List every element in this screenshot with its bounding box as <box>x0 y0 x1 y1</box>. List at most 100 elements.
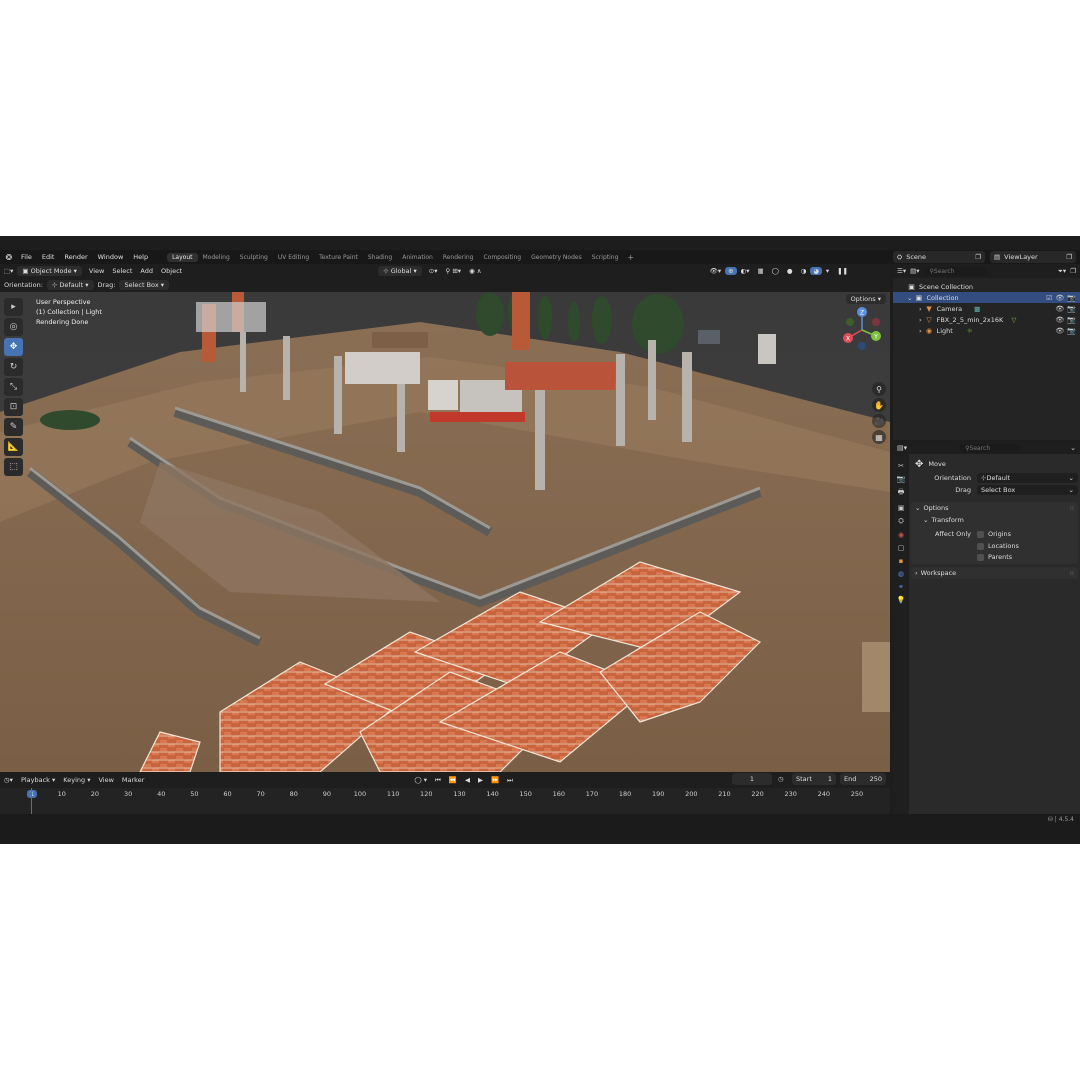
proportional-edit-icon[interactable]: ◉ ∧ <box>465 267 486 275</box>
properties-options-icon[interactable]: ⌄ <box>1070 444 1076 452</box>
orientation-dropdown[interactable]: ⊹ Default ▾ <box>46 280 94 290</box>
constraints-tab-icon[interactable]: ⚭ <box>898 583 904 591</box>
expand-collection-icon[interactable]: ⌄ <box>907 294 912 302</box>
include-checkbox-icon[interactable]: ☑ <box>1046 294 1052 302</box>
gizmo-toggle-icon[interactable]: ⊕ <box>725 267 737 275</box>
output-tab-icon[interactable]: 🖶 <box>898 488 905 499</box>
properties-editor-icon[interactable]: ▤▾ <box>897 444 907 452</box>
outliner-item-camera[interactable]: › ▼ Camera ▩ 👁 📷 <box>893 303 1080 314</box>
timeline-ruler[interactable]: 1 10 20 30 40 50 60 70 80 90 100 110 120 130 140 150 160… <box>0 788 890 814</box>
cursor-icon[interactable]: ◎ <box>4 318 23 336</box>
menu-add[interactable]: Add <box>136 267 157 275</box>
shading-rendered-icon[interactable]: ◕ <box>810 267 822 275</box>
start-frame-field[interactable]: Start 1 <box>792 773 836 785</box>
options-panel-header[interactable]: ⌄ Options ⁞⁞ <box>911 502 1078 514</box>
blender-logo-icon[interactable]: ❂ <box>2 250 16 264</box>
prop-drag-dropdown[interactable]: Select Box ⌄ <box>977 485 1078 495</box>
transform-orientation-dropdown[interactable]: ⊹ Global ▾ <box>378 266 422 276</box>
render-tab-icon[interactable]: 📷 <box>897 475 906 483</box>
add-workspace-icon[interactable]: + <box>623 253 638 262</box>
play-reverse-icon[interactable]: ◀ <box>461 776 474 784</box>
render-camera-icon[interactable]: 📷 <box>1067 305 1076 313</box>
current-frame-field[interactable]: 1 <box>732 773 772 785</box>
render-camera-icon[interactable]: 📷 <box>1067 316 1076 324</box>
tab-geometry-nodes[interactable]: Geometry Nodes <box>526 253 587 262</box>
pause-render-icon[interactable]: ❚❚ <box>833 267 852 275</box>
play-icon[interactable]: ▶ <box>474 776 487 784</box>
pan-hand-icon[interactable]: ✋ <box>872 398 886 412</box>
select-box-icon[interactable]: ▸ <box>4 298 23 316</box>
jump-start-icon[interactable]: ⏮ <box>431 776 445 785</box>
outliner-search-input[interactable]: ⚲ Search <box>923 266 986 276</box>
camera-view-icon[interactable]: 🎥 <box>872 414 886 428</box>
transform-subpanel-header[interactable]: ⌄ Transform <box>911 514 1078 526</box>
view-layer-tab-icon[interactable]: ▣ <box>898 504 905 512</box>
data-tab-icon[interactable]: 💡 <box>897 596 906 604</box>
3d-viewport[interactable]: User Perspective (1) Collection | Light … <box>0 292 890 772</box>
next-keyframe-icon[interactable]: ⏩ <box>487 776 503 784</box>
menu-timeline-view[interactable]: View <box>94 776 117 784</box>
pivot-icon[interactable]: ⊙▾ <box>425 267 442 275</box>
tab-scripting[interactable]: Scripting <box>587 253 624 262</box>
menu-render[interactable]: Render <box>59 253 92 261</box>
parents-checkbox[interactable] <box>977 553 984 561</box>
tab-layout[interactable]: Layout <box>167 252 198 262</box>
shading-wireframe-icon[interactable]: ◯ <box>768 267 783 275</box>
origins-checkbox[interactable] <box>977 530 984 538</box>
scene-tab-icon[interactable]: ⛭ <box>898 517 904 526</box>
outliner-editor-icon[interactable]: ☰▾ <box>897 267 906 275</box>
locations-checkbox[interactable] <box>977 542 984 550</box>
shading-solid-icon[interactable]: ● <box>783 267 797 275</box>
menu-marker[interactable]: Marker <box>118 776 148 784</box>
annotate-icon[interactable]: ✎ <box>4 418 23 436</box>
drag-handle-icon[interactable]: ⁞⁞ <box>1070 504 1078 512</box>
prop-orientation-dropdown[interactable]: ⊹ Default ⌄ <box>977 473 1078 483</box>
physics-tab-icon[interactable]: ◍ <box>898 570 904 578</box>
jump-end-icon[interactable]: ⏭ <box>503 776 517 785</box>
visibility-eye-icon[interactable]: 👁 <box>1055 327 1064 335</box>
scale-icon[interactable]: ⤡ <box>4 378 23 396</box>
menu-keying[interactable]: Keying ▾ <box>59 776 94 784</box>
snap-icon[interactable]: ⚲ ⊞▾ <box>442 267 466 275</box>
properties-search-input[interactable]: ⚲ Search <box>959 443 1022 453</box>
scene-selector[interactable]: ⛭ Scene ❐ <box>893 251 985 263</box>
expand-icon[interactable]: › <box>919 327 922 335</box>
tab-uv-editing[interactable]: UV Editing <box>273 253 314 262</box>
view-layer-selector[interactable]: ▤ ViewLayer ❐ <box>990 251 1076 263</box>
expand-icon[interactable]: › <box>919 316 922 324</box>
outliner-collection[interactable]: ⌄ ▣ Collection ☑ 👁 📷 <box>893 292 1080 303</box>
filter-icon[interactable]: ⏷▾ <box>1058 267 1066 276</box>
menu-view[interactable]: View <box>85 267 108 275</box>
tool-tab-icon[interactable]: ✂ <box>898 462 904 470</box>
menu-edit[interactable]: Edit <box>37 253 60 261</box>
measure-icon[interactable]: 📐 <box>4 438 23 456</box>
drag-dropdown[interactable]: Select Box ▾ <box>119 280 170 290</box>
visibility-icon[interactable]: 👁▾ <box>706 267 726 275</box>
menu-object[interactable]: Object <box>157 267 186 275</box>
shading-options-icon[interactable]: ▾ <box>822 267 833 275</box>
display-mode-icon[interactable]: ▤▾ <box>910 267 919 275</box>
overlay-toggle-icon[interactable]: ◐▾ <box>737 267 754 275</box>
mode-dropdown[interactable]: ▣ Object Mode ▾ <box>17 266 82 276</box>
timeline-editor-icon[interactable]: ◷▾ <box>0 776 17 784</box>
pin-icon[interactable]: ❐ <box>975 253 981 261</box>
menu-window[interactable]: Window <box>93 253 129 261</box>
navigation-gizmo[interactable]: Z X Y <box>838 306 886 354</box>
editor-type-icon[interactable]: ⬚▾ <box>0 267 17 275</box>
tab-compositing[interactable]: Compositing <box>478 253 526 262</box>
new-collection-icon[interactable]: ❐ <box>1070 267 1076 275</box>
menu-file[interactable]: File <box>16 253 37 261</box>
visibility-eye-icon[interactable]: 👁 <box>1055 316 1064 324</box>
tab-rendering[interactable]: Rendering <box>438 253 479 262</box>
object-tab-icon[interactable]: ▪ <box>899 557 904 565</box>
menu-help[interactable]: Help <box>128 253 153 261</box>
outliner-item-mesh[interactable]: › ▽ FBX_2_5_min_2x16K ▽ 👁 📷 <box>893 314 1080 325</box>
outliner-scene-collection[interactable]: ▣ Scene Collection <box>893 281 1080 292</box>
clock-icon[interactable]: ◷ <box>778 775 784 783</box>
visibility-eye-icon[interactable]: 👁 <box>1055 305 1064 313</box>
record-icon[interactable]: ◯ ▾ <box>410 776 431 784</box>
zoom-icon[interactable]: ⚲ <box>872 382 886 396</box>
tab-shading[interactable]: Shading <box>363 253 397 262</box>
menu-playback[interactable]: Playback ▾ <box>17 776 59 784</box>
add-cube-icon[interactable]: ⬚ <box>4 458 23 476</box>
